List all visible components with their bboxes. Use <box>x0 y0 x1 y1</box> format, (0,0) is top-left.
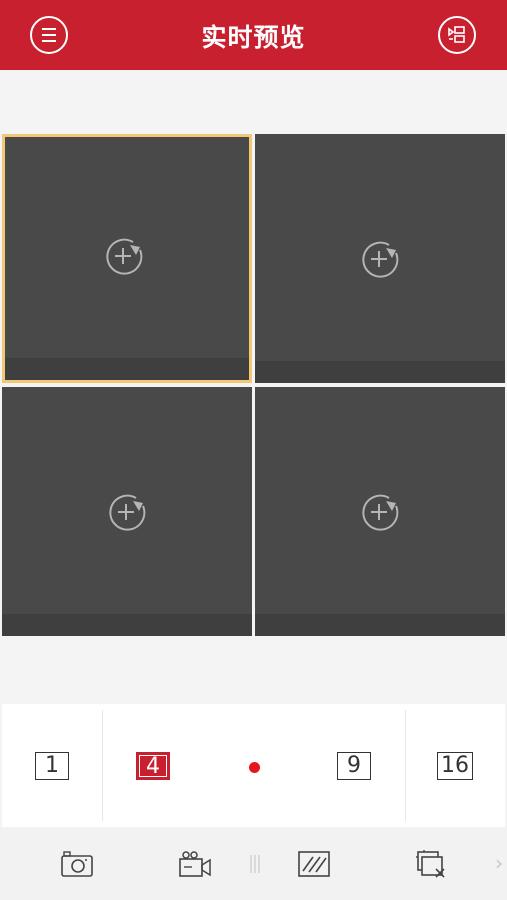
layout-9-label: 9 <box>337 752 371 780</box>
page-indicator-dot <box>249 762 260 773</box>
device-list-button[interactable] <box>438 16 476 54</box>
layout-option-16[interactable]: 16 <box>405 704 505 827</box>
app-header: 实时预览 <box>0 0 507 70</box>
camera-icon[interactable] <box>59 849 95 879</box>
preview-window-1[interactable] <box>2 134 252 383</box>
window-status-bar <box>255 614 505 636</box>
preview-window-2[interactable] <box>255 134 505 383</box>
layout-4-label: 4 <box>136 752 170 780</box>
image-quality-icon[interactable] <box>296 849 332 879</box>
layout-selector: 1 4 9 16 <box>2 704 505 827</box>
add-camera-icon[interactable] <box>359 238 401 280</box>
add-camera-icon[interactable] <box>103 235 145 277</box>
layout-option-9[interactable]: 9 <box>304 704 404 827</box>
window-status-bar <box>255 361 505 383</box>
preview-window-4[interactable] <box>255 387 505 636</box>
page-title: 实时预览 <box>201 23 306 52</box>
close-all-icon[interactable] <box>415 849 451 879</box>
layout-1-label: 1 <box>35 752 69 780</box>
device-list-icon <box>448 26 465 43</box>
add-camera-icon[interactable] <box>106 491 148 533</box>
more-tools-arrow[interactable]: › <box>495 851 507 875</box>
layout-option-1[interactable]: 1 <box>2 704 102 827</box>
preview-grid <box>2 134 505 637</box>
layout-option-4[interactable]: 4 <box>103 704 203 827</box>
bottom-toolbar: › <box>0 827 507 900</box>
window-status-bar <box>5 358 249 380</box>
layout-16-label: 16 <box>437 752 473 780</box>
video-record-icon[interactable] <box>177 849 213 879</box>
toolbar-divider-icon <box>250 855 260 873</box>
window-status-bar <box>2 614 252 636</box>
preview-window-3[interactable] <box>2 387 252 636</box>
add-camera-icon[interactable] <box>359 491 401 533</box>
